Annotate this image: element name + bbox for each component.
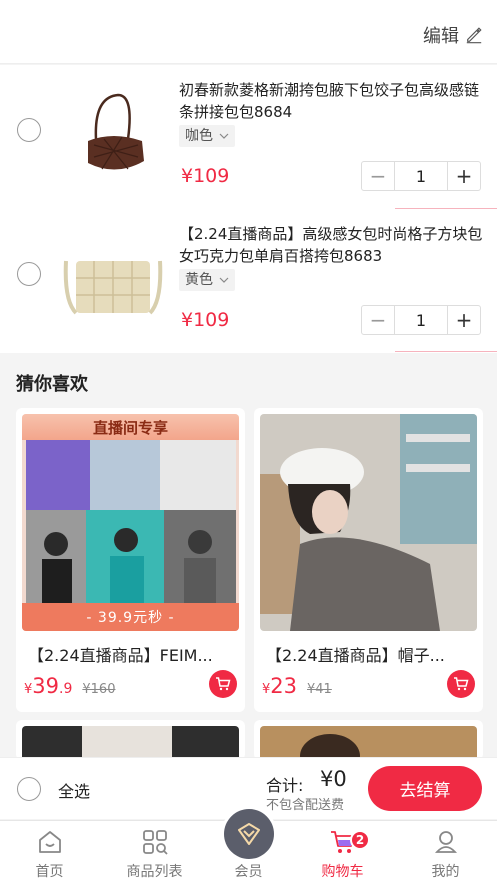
cart-icon xyxy=(454,677,469,691)
tab-cart[interactable]: 购物车 xyxy=(293,821,392,883)
quantity-stepper: − 1 + xyxy=(361,161,481,191)
recommend-image-cap[interactable] xyxy=(260,414,477,631)
recommend-name[interactable]: 【2.24直播商品】帽子... xyxy=(266,642,476,666)
variant-label: 咖色 xyxy=(185,128,213,144)
tab-label: 我的 xyxy=(431,864,460,880)
tab-products[interactable]: 商品列表 xyxy=(105,821,204,883)
flash-price-footer: - 39.9元秒 - xyxy=(22,603,239,631)
total-value: ¥0 xyxy=(320,767,347,791)
tab-label: 会员 xyxy=(234,864,263,880)
member-center-button[interactable] xyxy=(221,806,277,862)
home-icon xyxy=(38,831,61,853)
recommend-card[interactable] xyxy=(16,720,245,760)
quantity-value[interactable]: 1 xyxy=(394,162,448,190)
cart-page: 编辑 初春新款菱格新潮挎包腋下包饺子包高级感链条拼接包包8684 咖色 ¥109… xyxy=(0,0,497,883)
model-photo xyxy=(260,414,477,631)
recommend-card[interactable] xyxy=(254,720,483,760)
recommend-image[interactable] xyxy=(22,726,239,760)
product-title[interactable]: 【2.24直播商品】高级感女包时尚格子方块包女巧克力包单肩百搭挎包8683 xyxy=(179,223,484,267)
original-price: ¥41 xyxy=(307,682,332,697)
profile-icon xyxy=(434,831,457,853)
tab-label: 商品列表 xyxy=(126,864,183,880)
shipping-note: 不包含配送费 xyxy=(266,798,345,813)
member-diamond-icon xyxy=(238,823,260,845)
product-thumbnail-beige-bag[interactable] xyxy=(58,221,168,331)
edit-label: 编辑 xyxy=(423,26,459,47)
decrement-button[interactable]: − xyxy=(362,162,394,190)
original-price: ¥160 xyxy=(82,682,116,697)
variant-selector[interactable]: 黄色 xyxy=(179,269,235,291)
recommend-title: 猜你喜欢 xyxy=(16,374,88,395)
tab-profile[interactable]: 我的 xyxy=(396,821,495,883)
product-price: ¥109 xyxy=(181,309,230,331)
recommend-price: ¥39.9 ¥160 xyxy=(24,674,115,698)
decrement-button[interactable]: − xyxy=(362,306,394,334)
tab-label: 购物车 xyxy=(321,864,364,880)
variant-selector[interactable]: 咖色 xyxy=(179,125,235,147)
live-exclusive-banner: 直播间专享 xyxy=(22,414,239,440)
edit-button[interactable]: 编辑 xyxy=(423,22,483,48)
chevron-down-icon xyxy=(219,277,229,283)
product-thumbnail-brown-bag[interactable] xyxy=(58,77,168,187)
cart-item: 【2.24直播商品】高级感女包时尚格子方块包女巧克力包单肩百搭挎包8683 黄色… xyxy=(0,209,497,353)
cart-list: 初春新款菱格新潮挎包腋下包饺子包高级感链条拼接包包8684 咖色 ¥109 − … xyxy=(0,65,497,353)
product-price: ¥109 xyxy=(181,165,230,187)
select-all-radio[interactable] xyxy=(17,777,41,801)
cart-item: 初春新款菱格新潮挎包腋下包饺子包高级感链条拼接包包8684 咖色 ¥109 − … xyxy=(0,65,497,209)
recommend-price: ¥23 ¥41 xyxy=(262,674,332,698)
tab-label: 首页 xyxy=(35,864,64,880)
tab-home[interactable]: 首页 xyxy=(0,821,99,883)
divider xyxy=(395,351,497,352)
item-select-radio[interactable] xyxy=(17,118,41,142)
quantity-stepper: − 1 + xyxy=(361,305,481,335)
total-label: 合计: xyxy=(266,776,304,795)
recommend-image-live[interactable]: 直播间专享 - 39.9元秒 - xyxy=(22,414,239,631)
collage-image xyxy=(22,414,239,631)
recommend-card[interactable]: 直播间专享 - 39.9元秒 - 【2.24直播商品】FEIM... ¥39.9… xyxy=(16,408,245,712)
variant-label: 黄色 xyxy=(185,272,213,288)
select-all-label[interactable]: 全选 xyxy=(58,778,90,802)
add-to-cart-button[interactable] xyxy=(209,670,237,698)
grid-search-icon xyxy=(142,830,168,855)
price-decimal: .9 xyxy=(59,681,73,697)
pencil-icon xyxy=(466,27,482,44)
increment-button[interactable]: + xyxy=(448,306,480,334)
cart-count-badge: 2 xyxy=(350,830,370,850)
price-integer: 23 xyxy=(270,674,298,698)
recommend-card[interactable]: 【2.24直播商品】帽子... ¥23 ¥41 xyxy=(254,408,483,712)
quantity-value[interactable]: 1 xyxy=(394,306,448,334)
product-title[interactable]: 初春新款菱格新潮挎包腋下包饺子包高级感链条拼接包包8684 xyxy=(179,79,484,123)
recommend-name[interactable]: 【2.24直播商品】FEIM... xyxy=(28,642,238,666)
add-to-cart-button[interactable] xyxy=(447,670,475,698)
recommend-image[interactable] xyxy=(260,726,477,760)
price-integer: 39 xyxy=(32,674,60,698)
chevron-down-icon xyxy=(219,133,229,139)
item-select-radio[interactable] xyxy=(17,262,41,286)
increment-button[interactable]: + xyxy=(448,162,480,190)
checkout-button[interactable]: 去结算 xyxy=(368,766,482,811)
cart-icon xyxy=(216,677,231,691)
top-bar: 编辑 xyxy=(0,0,497,64)
